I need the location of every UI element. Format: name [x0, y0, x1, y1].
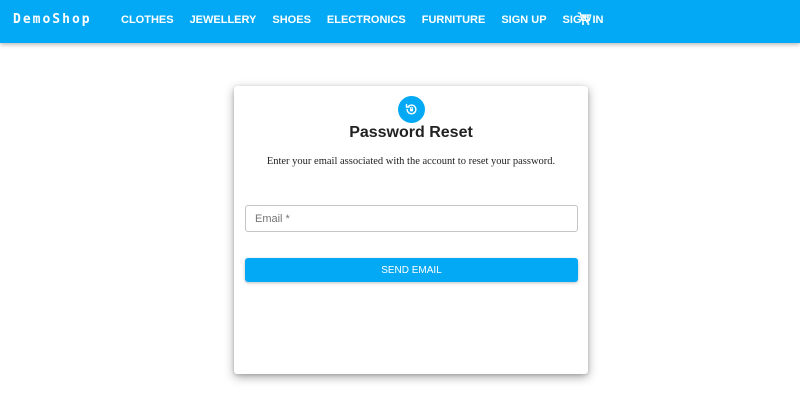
- cart-icon[interactable]: [577, 11, 593, 27]
- send-email-button[interactable]: SEND EMAIL: [245, 258, 578, 282]
- email-field[interactable]: [245, 205, 578, 232]
- nav-item-jewellery[interactable]: JEWELLERY: [190, 14, 257, 26]
- nav-item-sign-up[interactable]: SIGN UP: [501, 14, 546, 26]
- nav-item-electronics[interactable]: ELECTRONICS: [327, 14, 406, 26]
- brand-logo[interactable]: DemoShop: [13, 12, 92, 27]
- nav-item-clothes[interactable]: CLOTHES: [121, 14, 174, 26]
- nav-item-furniture[interactable]: FURNITURE: [422, 14, 486, 26]
- nav-item-shoes[interactable]: SHOES: [272, 14, 311, 26]
- lock-reset-icon: [398, 96, 425, 123]
- nav-menu: CLOTHES JEWELLERY SHOES ELECTRONICS FURN…: [121, 14, 620, 26]
- page-title: Password Reset: [349, 124, 473, 141]
- password-reset-card: Password Reset Enter your email associat…: [234, 86, 588, 374]
- reset-instructions: Enter your email associated with the acc…: [266, 156, 556, 167]
- top-navbar: DemoShop CLOTHES JEWELLERY SHOES ELECTRO…: [0, 0, 800, 43]
